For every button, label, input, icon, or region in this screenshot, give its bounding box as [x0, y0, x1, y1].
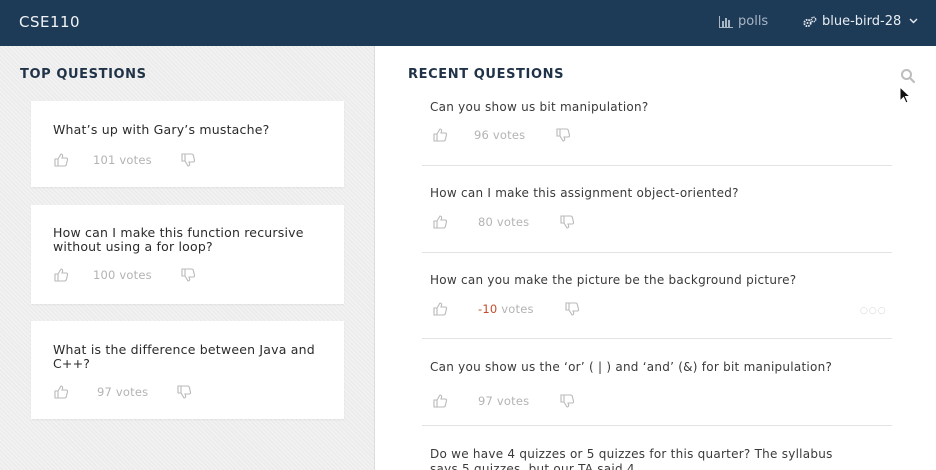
polls-link[interactable]: polls — [719, 14, 768, 29]
thumbs-up-icon[interactable] — [432, 127, 448, 143]
mouse-cursor-icon — [899, 86, 912, 104]
vote-controls: 80 votes — [432, 214, 575, 230]
thumbs-down-icon[interactable] — [555, 127, 571, 143]
thumbs-down-icon[interactable] — [559, 393, 575, 409]
thumbs-up-icon[interactable] — [432, 301, 448, 317]
top-navbar: CSE110 polls blue-bird-28 — [0, 0, 936, 46]
top-questions-panel: TOP QUESTIONS What’s up with Gary’s must… — [0, 46, 375, 470]
vote-controls: 96 votes — [432, 127, 571, 143]
gears-icon — [803, 16, 817, 27]
question-card[interactable]: What’s up with Gary’s mustache? 101 vote… — [31, 101, 344, 187]
vote-controls: 97 votes — [53, 384, 192, 400]
question-text: What is the difference between Java and … — [53, 342, 315, 371]
course-title[interactable]: CSE110 — [19, 13, 80, 31]
vote-count: 100 votes — [93, 268, 152, 282]
question-text: Do we have 4 quizzes or 5 quizzes for th… — [430, 447, 833, 470]
thumbs-down-icon[interactable] — [559, 214, 575, 230]
thumbs-up-icon[interactable] — [432, 214, 448, 230]
vote-count: 101 votes — [93, 153, 152, 167]
vote-controls: -10 votes — [432, 301, 580, 317]
divider — [422, 425, 892, 426]
thumbs-down-icon[interactable] — [564, 301, 580, 317]
vote-count: 97 votes — [478, 394, 530, 408]
vote-count: 80 votes — [478, 215, 530, 229]
username: blue-bird-28 — [822, 14, 902, 29]
chevron-down-icon — [909, 17, 918, 27]
recent-questions-heading: RECENT QUESTIONS — [408, 67, 565, 82]
question-card[interactable]: What is the difference between Java and … — [31, 321, 344, 419]
vote-count: 96 votes — [474, 128, 526, 142]
recent-questions-panel: RECENT QUESTIONS Can you show us bit man… — [376, 46, 936, 470]
divider — [422, 252, 892, 253]
top-questions-heading: TOP QUESTIONS — [20, 67, 147, 82]
thumbs-up-icon[interactable] — [53, 267, 69, 283]
thumbs-down-icon[interactable] — [180, 152, 196, 168]
divider — [422, 165, 892, 166]
question-text: Can you show us the ‘or’ ( | ) and ‘and’… — [430, 360, 833, 374]
vote-controls: 100 votes — [53, 267, 196, 283]
question-text: Can you show us bit manipulation? — [430, 100, 649, 114]
question-text: How can you make the picture be the back… — [430, 273, 797, 287]
polls-label: polls — [738, 14, 769, 29]
user-menu[interactable]: blue-bird-28 — [803, 14, 918, 29]
thumbs-up-icon[interactable] — [53, 152, 69, 168]
search-icon[interactable] — [900, 68, 916, 84]
vote-count: 97 votes — [97, 385, 149, 399]
question-card[interactable]: How can I make this function recursive w… — [31, 205, 344, 304]
vote-controls: 97 votes — [432, 393, 575, 409]
more-options-indicator[interactable]: ○○○ — [860, 306, 887, 316]
thumbs-down-icon[interactable] — [176, 384, 192, 400]
thumbs-up-icon[interactable] — [432, 393, 448, 409]
bar-chart-icon — [719, 15, 733, 28]
vote-count: -10 votes — [478, 302, 534, 316]
question-text: How can I make this assignment object-or… — [430, 186, 739, 200]
thumbs-down-icon[interactable] — [180, 267, 196, 283]
vote-controls: 101 votes — [53, 152, 196, 168]
question-text: What’s up with Gary’s mustache? — [53, 122, 270, 137]
thumbs-up-icon[interactable] — [53, 384, 69, 400]
divider — [422, 338, 892, 339]
question-text: How can I make this function recursive w… — [53, 225, 304, 254]
